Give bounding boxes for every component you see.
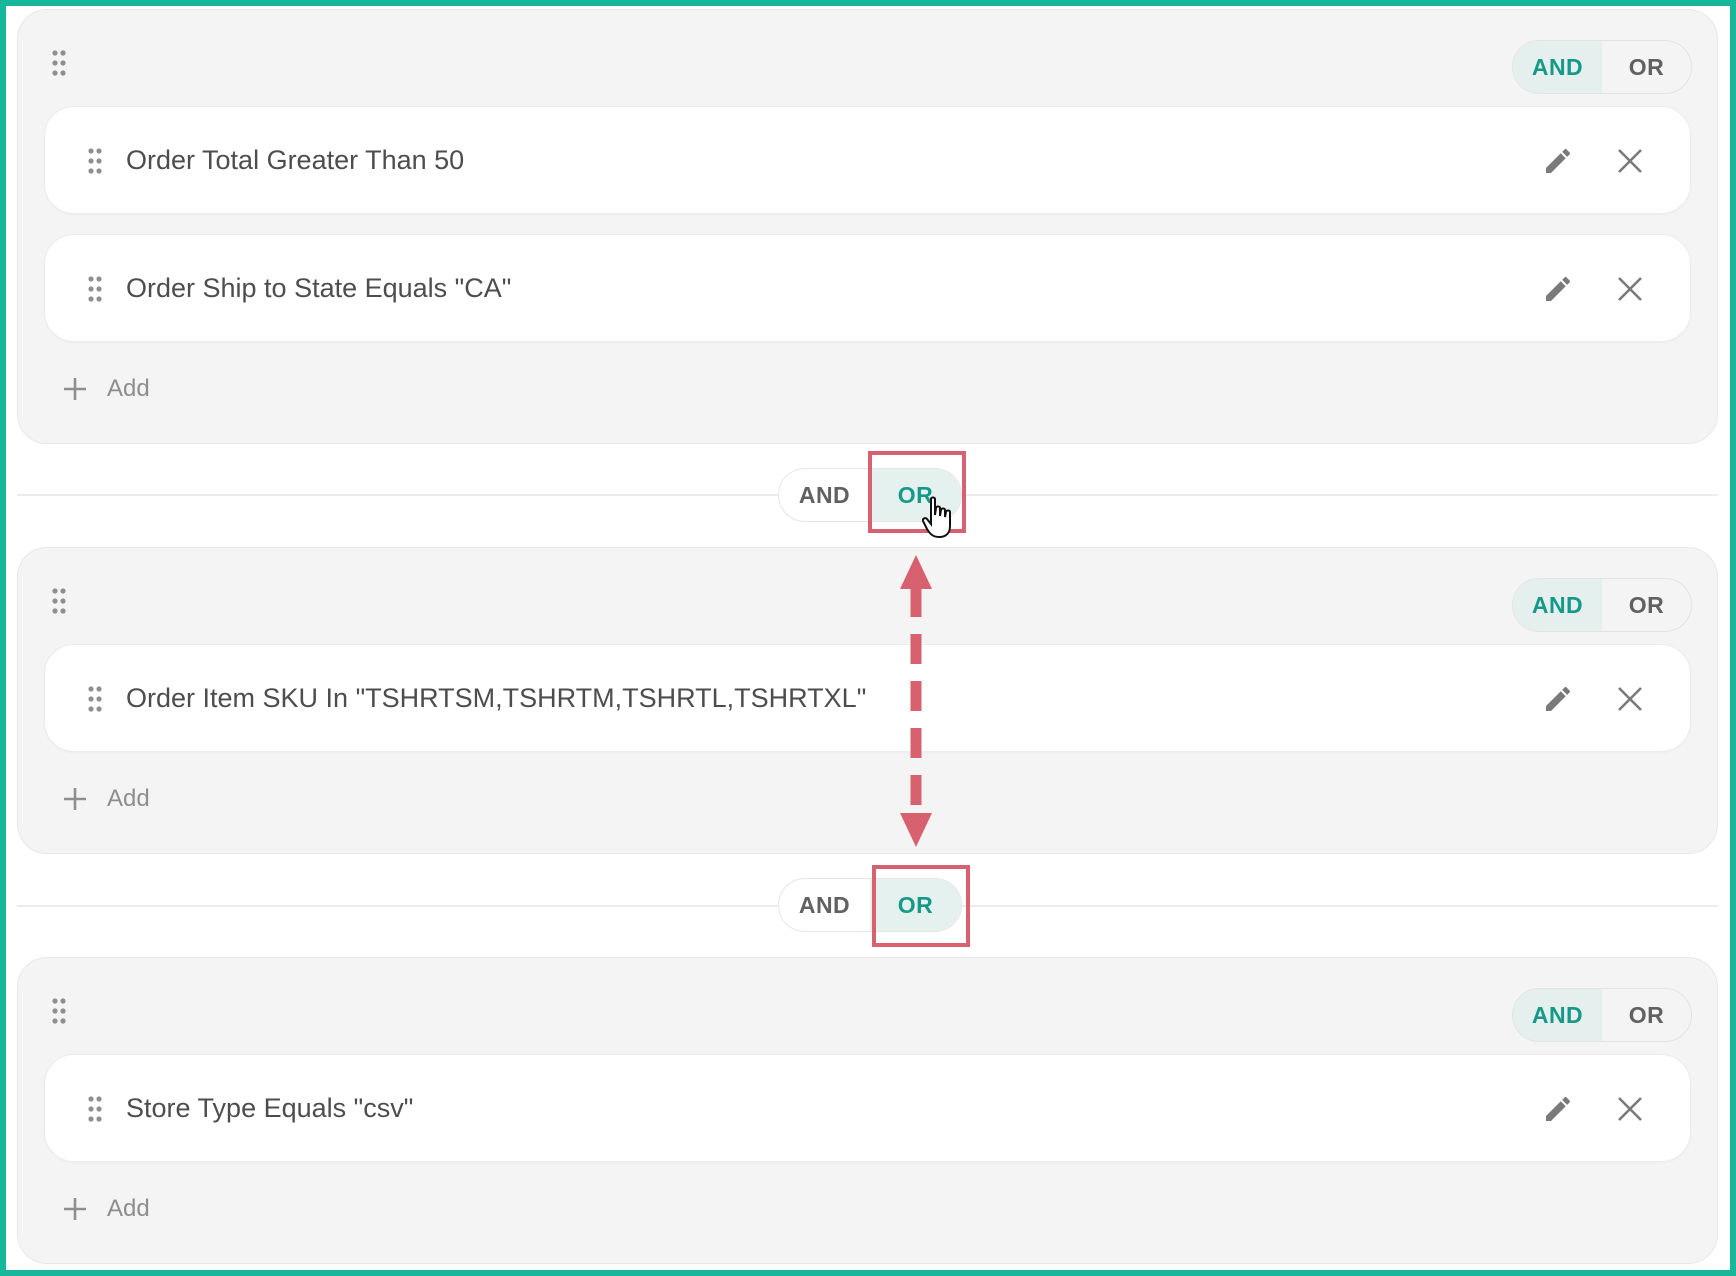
join-and-option[interactable]: AND xyxy=(779,879,870,931)
add-rule-button[interactable]: Add xyxy=(63,374,150,404)
add-rule-button[interactable]: Add xyxy=(63,784,150,814)
close-icon[interactable] xyxy=(1616,1095,1644,1123)
group-drag-handle-icon[interactable] xyxy=(51,998,67,1024)
rule-drag-handle-icon[interactable] xyxy=(87,1096,103,1122)
annotation-highlight-box xyxy=(872,865,970,947)
group-drag-handle-icon[interactable] xyxy=(51,50,67,76)
plus-icon xyxy=(63,1197,87,1221)
group-logic-toggle: AND OR xyxy=(1512,40,1692,94)
add-rule-button[interactable]: Add xyxy=(63,1194,150,1224)
rule-text: Order Total Greater Than 50 xyxy=(126,144,465,175)
group-or-option[interactable]: OR xyxy=(1602,41,1691,93)
condition-group-1: AND OR Order Total Greater Than 50 Order… xyxy=(17,9,1718,444)
plus-icon xyxy=(63,377,87,401)
rule-row: Store Type Equals "csv" xyxy=(44,1054,1691,1162)
rule-row: Order Total Greater Than 50 xyxy=(44,106,1691,214)
annotation-double-arrow xyxy=(898,555,934,852)
rule-drag-handle-icon[interactable] xyxy=(87,686,103,712)
hand-pointer-cursor-icon xyxy=(921,496,956,545)
close-icon[interactable] xyxy=(1616,275,1644,303)
group-and-option[interactable]: AND xyxy=(1513,989,1602,1041)
rule-text: Order Item SKU In "TSHRTSM,TSHRTM,TSHRTL… xyxy=(126,682,867,713)
add-rule-label: Add xyxy=(107,1195,150,1222)
pencil-icon[interactable] xyxy=(1542,683,1574,715)
rule-drag-handle-icon[interactable] xyxy=(87,276,103,302)
group-logic-toggle: AND OR xyxy=(1512,988,1692,1042)
rule-row: Order Ship to State Equals "CA" xyxy=(44,234,1691,342)
pencil-icon[interactable] xyxy=(1542,1093,1574,1125)
rule-text: Store Type Equals "csv" xyxy=(126,1092,414,1123)
close-icon[interactable] xyxy=(1616,685,1644,713)
group-or-option[interactable]: OR xyxy=(1602,579,1691,631)
group-logic-toggle: AND OR xyxy=(1512,578,1692,632)
group-drag-handle-icon[interactable] xyxy=(51,588,67,614)
pencil-icon[interactable] xyxy=(1542,145,1574,177)
group-or-option[interactable]: OR xyxy=(1602,989,1691,1041)
plus-icon xyxy=(63,787,87,811)
add-rule-label: Add xyxy=(107,375,150,402)
condition-group-2: AND OR Order Item SKU In "TSHRTSM,TSHRTM… xyxy=(17,547,1718,854)
rule-text: Order Ship to State Equals "CA" xyxy=(126,272,512,303)
group-and-option[interactable]: AND xyxy=(1513,41,1602,93)
condition-group-3: AND OR Store Type Equals "csv" Add xyxy=(17,957,1718,1264)
pencil-icon[interactable] xyxy=(1542,273,1574,305)
close-icon[interactable] xyxy=(1616,147,1644,175)
join-and-option[interactable]: AND xyxy=(779,469,870,521)
rule-row: Order Item SKU In "TSHRTSM,TSHRTM,TSHRTL… xyxy=(44,644,1691,752)
rule-drag-handle-icon[interactable] xyxy=(87,148,103,174)
add-rule-label: Add xyxy=(107,785,150,812)
group-and-option[interactable]: AND xyxy=(1513,579,1602,631)
